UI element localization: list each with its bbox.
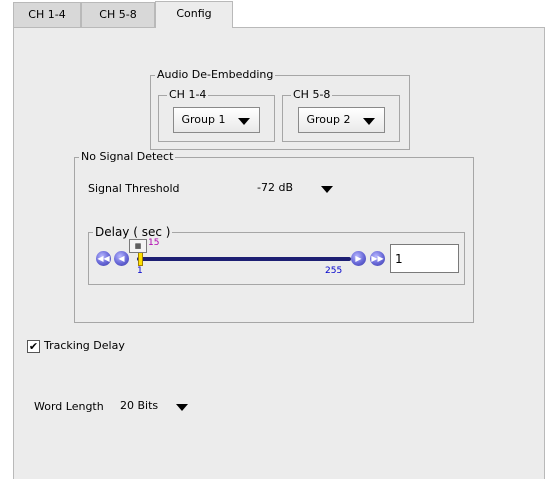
signal-threshold-value: -72 dB xyxy=(257,181,293,194)
tab-config[interactable]: Config xyxy=(155,1,233,28)
tracking-delay-label: Tracking Delay xyxy=(44,339,125,352)
step-back-icon[interactable]: ◀ xyxy=(114,251,129,266)
chevron-down-icon xyxy=(238,118,250,125)
tab-label: Config xyxy=(176,7,212,20)
delay-current-value: 15 xyxy=(148,238,160,248)
word-length-value: 20 Bits xyxy=(120,399,159,412)
word-length-select[interactable]: 20 Bits xyxy=(118,394,194,420)
tab-ch-1-4[interactable]: CH 1-4 xyxy=(13,2,81,28)
word-length-label: Word Length xyxy=(34,400,104,413)
delay-title: Delay ( sec ) xyxy=(93,225,173,239)
tracking-delay-checkbox[interactable]: ✔ xyxy=(27,340,40,353)
audio-deembedding-title: Audio De-Embedding xyxy=(155,68,276,82)
deembed-ch58-group: CH 5-8 Group 2 xyxy=(282,88,400,142)
tab-label: CH 5-8 xyxy=(99,8,137,21)
deembed-ch58-select[interactable]: Group 2 xyxy=(298,107,385,133)
chevron-down-icon xyxy=(176,404,188,411)
chevron-down-icon xyxy=(363,118,375,125)
tab-ch-5-8[interactable]: CH 5-8 xyxy=(81,2,155,28)
delay-slider-track[interactable] xyxy=(137,257,351,261)
step-forward-icon[interactable]: ▶ xyxy=(351,251,366,266)
config-panel: Audio De-Embedding CH 1-4 Group 1 CH 5-8… xyxy=(13,27,545,479)
delay-slider-thumb[interactable] xyxy=(138,251,143,266)
deembed-ch58-label: CH 5-8 xyxy=(291,88,333,102)
no-signal-detect-group: No Signal Detect Signal Threshold -72 dB… xyxy=(74,150,474,323)
deembed-ch14-label: CH 1-4 xyxy=(167,88,209,102)
audio-deembedding-group: Audio De-Embedding CH 1-4 Group 1 CH 5-8… xyxy=(150,68,410,150)
deembed-ch14-select[interactable]: Group 1 xyxy=(173,107,260,133)
chevron-down-icon xyxy=(321,186,333,193)
signal-threshold-label: Signal Threshold xyxy=(88,182,180,195)
no-signal-detect-title: No Signal Detect xyxy=(79,150,176,164)
deembed-ch14-value: Group 1 xyxy=(181,113,226,126)
deembed-ch58-value: Group 2 xyxy=(306,113,351,126)
delay-input[interactable] xyxy=(390,244,459,273)
delay-max-label: 255 xyxy=(325,266,343,276)
signal-threshold-select[interactable]: -72 dB xyxy=(255,176,342,202)
fast-rewind-icon[interactable]: ◀◀ xyxy=(96,251,111,266)
tab-label: CH 1-4 xyxy=(28,8,66,21)
delay-min-label: 1 xyxy=(137,266,143,276)
deembed-ch14-group: CH 1-4 Group 1 xyxy=(158,88,275,142)
delay-group: Delay ( sec ) ◀◀ ◀ ▦ 15 1 255 ▶ ▶▶ xyxy=(88,225,465,285)
fast-forward-icon[interactable]: ▶▶ xyxy=(370,251,385,266)
thumb-tooltip-icon: ▦ xyxy=(129,239,147,253)
